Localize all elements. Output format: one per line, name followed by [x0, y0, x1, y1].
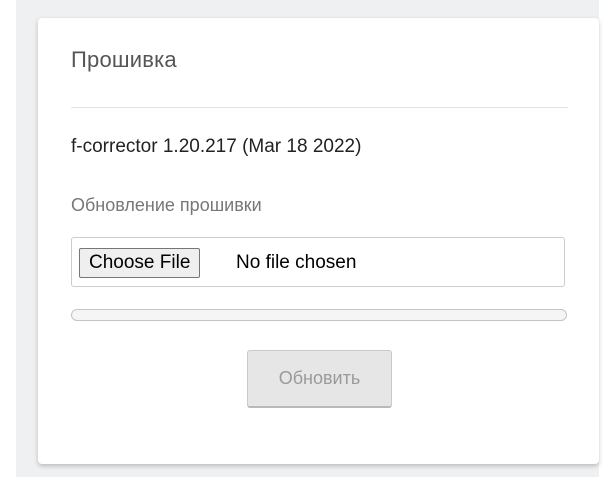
right-margin — [599, 0, 613, 477]
title-divider — [71, 107, 568, 108]
update-button[interactable]: Обновить — [247, 350, 392, 408]
firmware-card: Прошивка f-corrector 1.20.217 (Mar 18 20… — [38, 18, 599, 464]
page-background: Прошивка f-corrector 1.20.217 (Mar 18 20… — [0, 0, 613, 477]
file-status-text: No file chosen — [236, 252, 357, 273]
card-title: Прошивка — [71, 47, 177, 72]
choose-file-button[interactable]: Choose File — [79, 248, 201, 278]
firmware-version: f-corrector 1.20.217 (Mar 18 2022) — [71, 136, 362, 157]
left-margin — [0, 0, 16, 477]
file-input[interactable]: Choose File No file chosen — [71, 237, 565, 287]
update-section-label: Обновление прошивки — [71, 195, 262, 215]
upload-progress-bar — [71, 309, 567, 321]
